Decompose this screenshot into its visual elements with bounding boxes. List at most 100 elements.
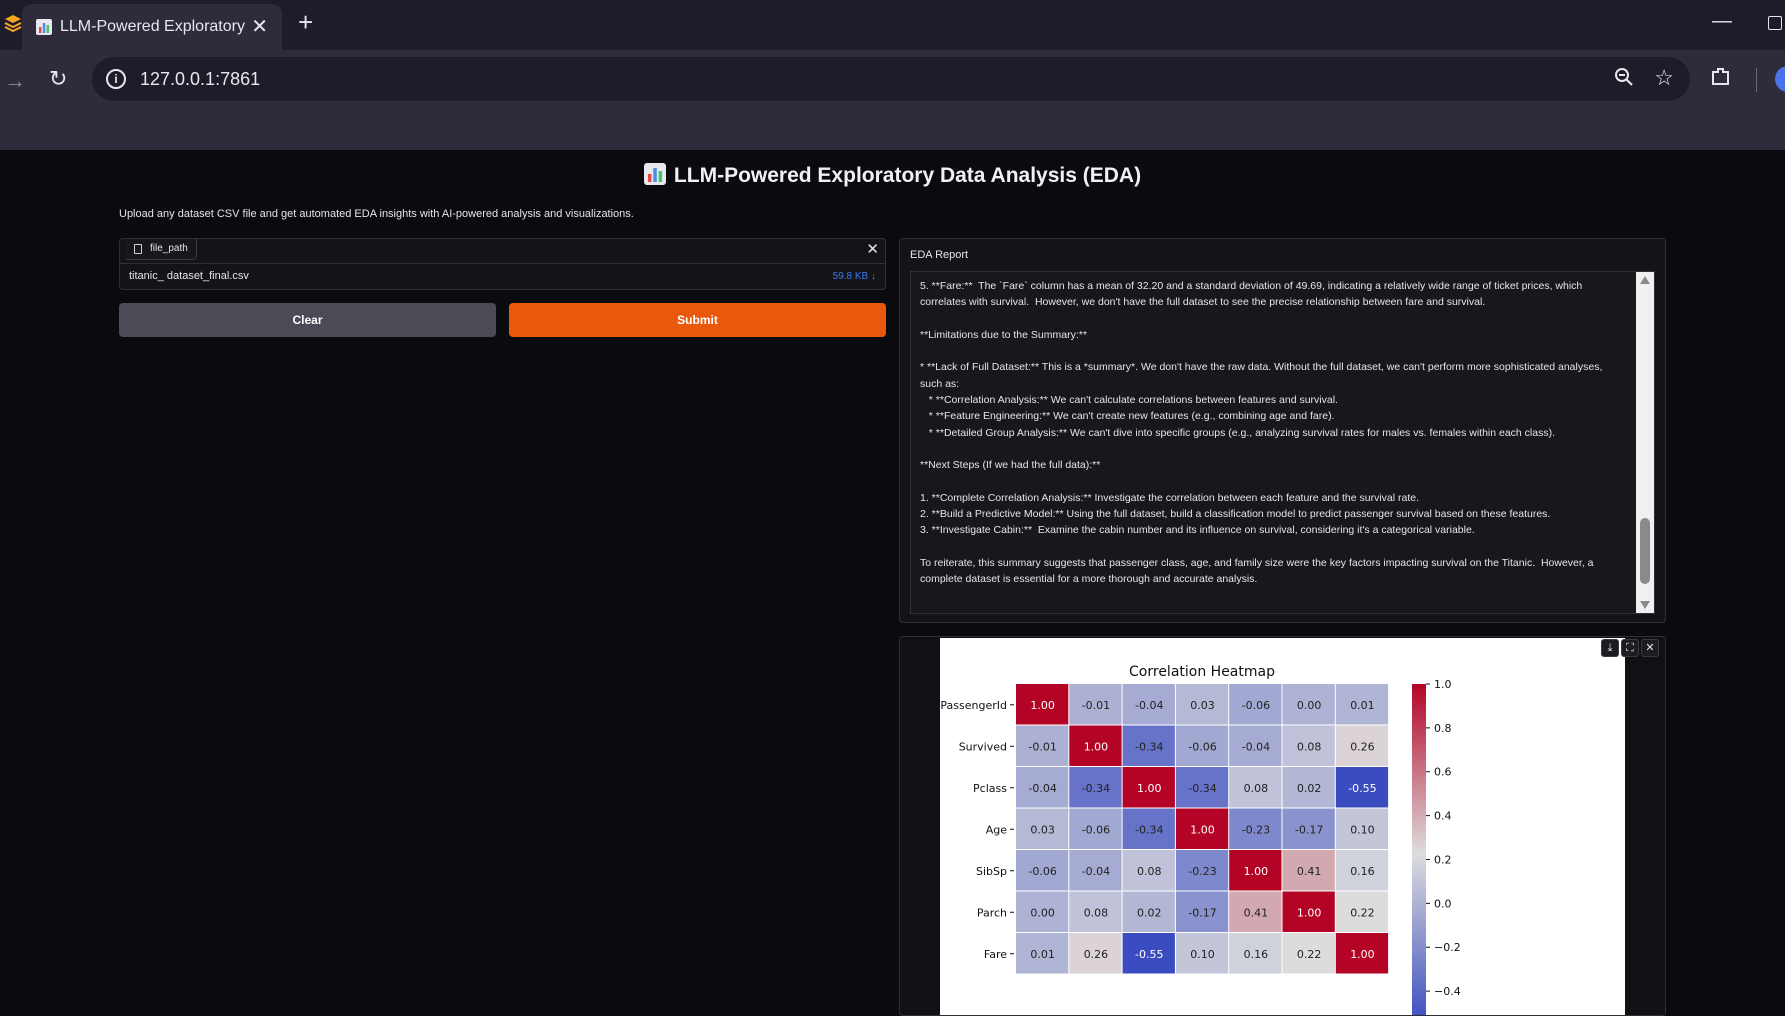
maximize-icon[interactable] [1768, 16, 1782, 30]
row-label: Fare [984, 948, 1007, 961]
url-text[interactable]: 127.0.0.1:7861 [140, 69, 260, 90]
row-label: PassengerId [940, 699, 1007, 712]
forward-arrow-icon[interactable]: → [4, 68, 26, 94]
heatmap-cell-label: -0.06 [1082, 823, 1110, 836]
heatmap-cell-label: 0.16 [1244, 948, 1269, 961]
heatmap-cell-label: 1.00 [1350, 948, 1375, 961]
heatmap-cell-label: 0.26 [1084, 948, 1109, 961]
colorbar-tick-label: 1.0 [1434, 678, 1452, 691]
file-upload-panel[interactable]: file_path ✕ titanic_ dataset_final.csv 5… [119, 238, 886, 290]
close-icon[interactable]: ✕ [866, 240, 879, 258]
colorbar-tick-label: 0.4 [1434, 810, 1452, 823]
fullscreen-icon[interactable]: ⛶ [1621, 639, 1639, 657]
heatmap-cell-label: 0.08 [1137, 865, 1162, 878]
minimize-icon[interactable]: — [1712, 10, 1732, 33]
clear-button[interactable]: Clear [119, 303, 496, 337]
heatmap-cell-label: 0.41 [1297, 865, 1322, 878]
file-name: titanic_ dataset_final.csv [129, 270, 249, 282]
scroll-down-arrow-icon[interactable] [1640, 601, 1650, 609]
address-bar[interactable]: i 127.0.0.1:7861 ☆ [92, 57, 1690, 101]
colorbar [1412, 684, 1426, 1015]
heatmap-cell-label: -0.23 [1188, 865, 1216, 878]
correlation-heatmap: Correlation Heatmap 1.00 -0.01 -0.04 0.03 -0.… [940, 664, 1461, 1015]
submit-button[interactable]: Submit [509, 303, 886, 337]
heatmap-cell-label: -0.55 [1348, 782, 1376, 795]
star-icon[interactable]: ☆ [1654, 65, 1674, 91]
site-info-icon[interactable]: i [106, 69, 126, 89]
eda-report-text: 5. **Fare:** The `Fare` column has a mea… [920, 280, 1603, 586]
heatmap-cell-label: 0.26 [1350, 740, 1375, 753]
colorbar-tick-label: 0.6 [1434, 766, 1452, 779]
heatmap-cell-label: -0.34 [1082, 782, 1110, 795]
heatmap-cell-label: -0.04 [1242, 740, 1270, 753]
extensions-icon[interactable] [1710, 66, 1732, 88]
heatmap-cell-label: 1.00 [1084, 740, 1109, 753]
heatmap-cell-label: 1.00 [1190, 823, 1215, 836]
heatmap-cell-label: 0.01 [1350, 699, 1375, 712]
heatmap-cell-label: 1.00 [1297, 906, 1322, 919]
heatmap-cell-label: 0.08 [1297, 740, 1322, 753]
heatmap-cell-label: -0.04 [1135, 699, 1163, 712]
heatmap-cell-label: 0.08 [1244, 782, 1269, 795]
heatmap-image-panel: Correlation Heatmap 1.00 -0.01 -0.04 0.03 -0.… [899, 636, 1666, 1016]
heatmap-cell-label: 0.03 [1030, 823, 1055, 836]
tab-title: LLM-Powered Exploratory D [60, 18, 250, 35]
bar-chart-icon [643, 163, 666, 185]
colorbar-tick-label: −0.4 [1434, 985, 1461, 998]
heatmap-cell-label: 0.02 [1137, 906, 1162, 919]
colorbar-tick-label: −0.2 [1434, 941, 1461, 954]
scroll-up-arrow-icon[interactable] [1640, 276, 1650, 284]
reload-icon[interactable]: ↻ [49, 66, 67, 92]
heatmap-cell-label: 1.00 [1030, 699, 1055, 712]
profile-avatar[interactable] [1775, 66, 1785, 92]
heatmap-cell-label: 0.03 [1190, 699, 1215, 712]
page-description: Upload any dataset CSV file and get auto… [119, 208, 634, 220]
heatmap-cell-label: 0.10 [1350, 823, 1375, 836]
heatmap-cell-label: 0.10 [1190, 948, 1215, 961]
close-icon[interactable]: ✕ [1641, 639, 1659, 657]
heatmap-cell-label: 0.08 [1084, 906, 1109, 919]
colorbar-tick-label: 0.8 [1434, 722, 1452, 735]
tab-favicon-chart-icon [36, 19, 52, 35]
plus-icon[interactable]: + [298, 9, 313, 35]
toolbar-separator [1756, 68, 1757, 92]
heatmap-cell-label: -0.17 [1295, 823, 1323, 836]
page-title-text: LLM-Powered Exploratory Data Analysis (E… [673, 164, 1142, 187]
heatmap-cell-label: -0.34 [1135, 823, 1163, 836]
heatmap-cell-label: -0.01 [1028, 740, 1056, 753]
report-scrollbar[interactable] [1636, 272, 1654, 613]
heatmap-cell-label: -0.17 [1188, 906, 1216, 919]
close-icon[interactable]: ✕ [251, 14, 268, 39]
heatmap-cell-label: -0.06 [1028, 865, 1056, 878]
heatmap-image: Correlation Heatmap 1.00 -0.01 -0.04 0.03 -0.… [940, 638, 1625, 1015]
file-input-label-text: file_path [150, 243, 188, 254]
browser-tab-bar: LLM-Powered Exploratory D ✕ + — [0, 0, 1785, 50]
file-icon [134, 244, 142, 254]
heatmap-cell-label: -0.06 [1242, 699, 1270, 712]
heatmap-cell-label: 0.16 [1350, 865, 1375, 878]
zoom-icon[interactable] [1614, 67, 1634, 87]
heatmap-cell-label: -0.04 [1082, 865, 1110, 878]
heatmap-cell-label: -0.01 [1082, 699, 1110, 712]
image-toolbar: ⤓ ⛶ ✕ [1601, 639, 1659, 659]
browser-logo-icon [4, 15, 22, 33]
eda-report-textbox[interactable]: 5. **Fare:** The `Fare` column has a mea… [910, 271, 1655, 614]
file-input-label: file_path [126, 239, 197, 260]
heatmap-cell-label: 0.00 [1297, 699, 1322, 712]
eda-report-panel: EDA Report 5. **Fare:** The `Fare` colum… [899, 238, 1666, 623]
heatmap-cell-label: 0.41 [1244, 906, 1269, 919]
row-label: Parch [977, 906, 1007, 919]
heatmap-cell-label: -0.55 [1135, 948, 1163, 961]
row-label: Survived [959, 740, 1007, 753]
file-size-download-link[interactable]: 59.8 KB ↓ [833, 271, 876, 282]
file-row: titanic_ dataset_final.csv 59.8 KB ↓ [120, 263, 885, 290]
browser-tab[interactable]: LLM-Powered Exploratory D ✕ [22, 4, 282, 50]
row-label: SibSp [976, 865, 1007, 878]
row-label: Pclass [973, 782, 1007, 795]
browser-toolbar: → ↻ i 127.0.0.1:7861 ☆ [0, 50, 1785, 150]
scrollbar-thumb[interactable] [1640, 518, 1650, 584]
heatmap-cell-label: 0.22 [1297, 948, 1322, 961]
heatmap-cell-label: 0.01 [1030, 948, 1055, 961]
colorbar-tick-label: 0.0 [1434, 897, 1452, 910]
download-icon[interactable]: ⤓ [1601, 639, 1619, 657]
